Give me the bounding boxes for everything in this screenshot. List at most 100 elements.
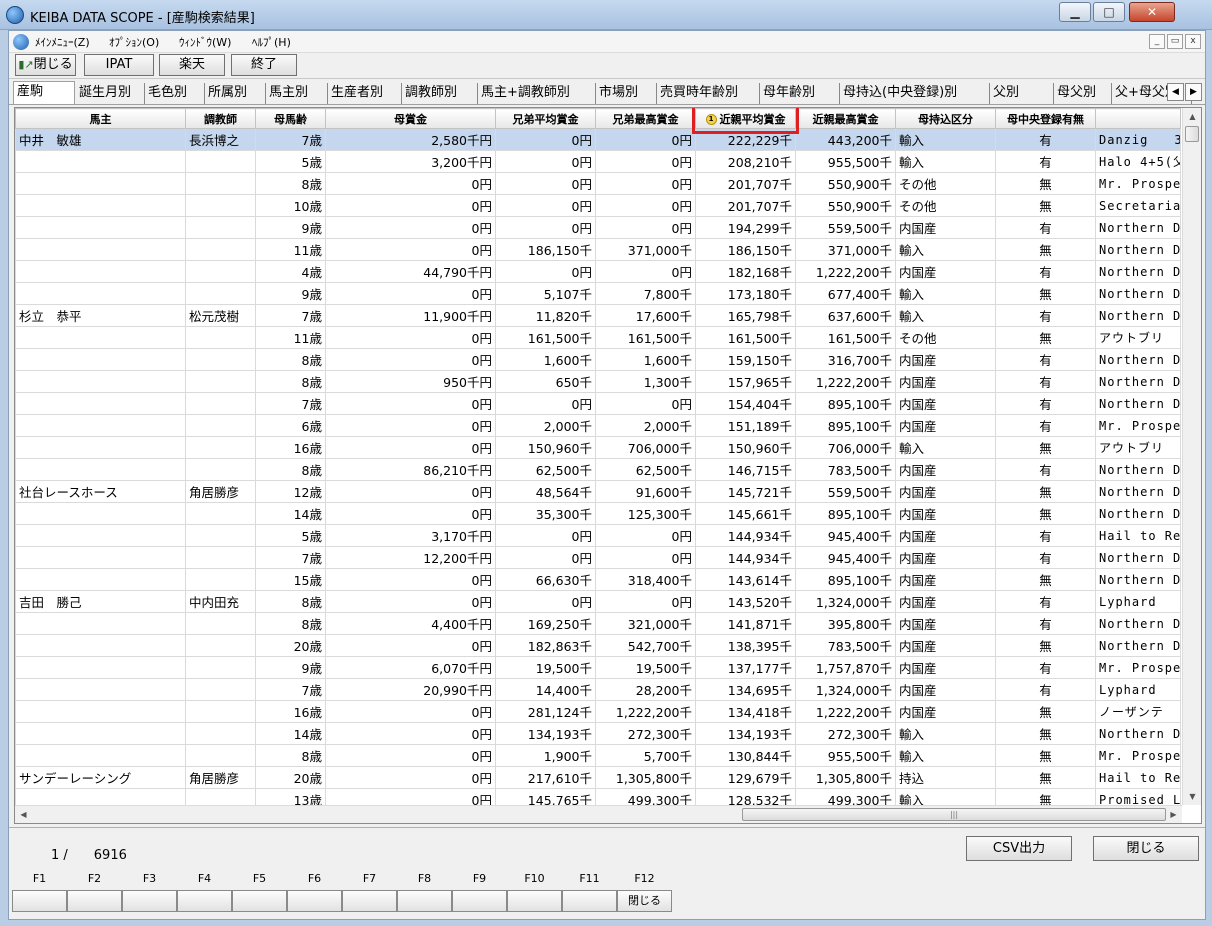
col-sibling-max[interactable]: 兄弟最高賞金 [595,108,696,129]
col-sibling-avg[interactable]: 兄弟平均賞金 [495,108,596,129]
table-row[interactable]: サンデーレーシング 角居勝彦 20歳 0円 217,610千 1,305,800千 129,… [15,766,1181,789]
fkey-button-10[interactable] [507,890,562,912]
fkey-button-5[interactable] [232,890,287,912]
tab-sire[interactable]: 父別 [990,83,1054,104]
cell-dam-import: 内国産 [895,568,996,591]
fkey-button-11[interactable] [562,890,617,912]
table-row[interactable]: 8歳 950千円 650千 1,300千 157,965千 1,222,200千 内国産有 N… [15,370,1181,393]
tab-owner[interactable]: 馬主別 [266,83,328,104]
tab-affiliation[interactable]: 所属別 [205,83,266,104]
col-owner[interactable]: 馬主 [15,108,186,129]
fkey-button-6[interactable] [287,890,342,912]
tab-scroll-left-icon[interactable]: ◀ [1167,83,1184,101]
table-row[interactable]: 16歳 0円 150,960千 706,000千 150,960千 706,000千 輸入無… [15,436,1181,459]
tab-breeder[interactable]: 生産者別 [328,83,402,104]
tab-dam-import[interactable]: 母持込(中央登録)別 [840,83,990,104]
fkey-button-2[interactable] [67,890,122,912]
vertical-scrollbar[interactable]: ▲ ▼ [1182,108,1201,805]
col-dam-earnings[interactable]: 母賞金 [325,108,496,129]
scroll-right-icon[interactable]: ▶ [1165,806,1182,823]
table-row[interactable]: 5歳 3,200千円 0円 0円 208,210千 955,500千 輸入有 Halo 4+5… [15,150,1181,173]
rakuten-button[interactable]: 楽天 [159,54,225,76]
fkey-label-7: F7 [362,872,377,885]
table-row[interactable]: 8歳 4,400千円 169,250千 321,000千 141,871千 395,800… [15,612,1181,635]
table-row[interactable]: 7歳 0円 0円 0円 154,404千 895,100千 内国産有 Northern Da [15,392,1181,415]
table-row[interactable]: 11歳 0円 161,500千 161,500千 161,500千 161,500千 その他… [15,326,1181,349]
col-dam-registered[interactable]: 母中央登録有無 [995,108,1096,129]
fkey-button-7[interactable] [342,890,397,912]
mdi-close-button[interactable]: x [1185,34,1201,49]
cell-sibling-max: 17,600千 [595,304,696,327]
maximize-button[interactable]: □ [1093,2,1125,22]
cell-sibling-avg: 281,124千 [495,700,596,723]
menu-window[interactable]: ｳｨﾝﾄﾞｳ(W) [179,34,231,50]
table-row[interactable]: 9歳 6,070千円 19,500千 19,500千 137,177千 1,757,870… [15,656,1181,679]
fkey-button-1[interactable] [12,890,67,912]
horizontal-scroll-thumb[interactable]: ||| [742,808,1166,821]
csv-export-button[interactable]: CSV出力 [966,836,1072,861]
horizontal-scrollbar[interactable]: ◀ ||| ▶ [15,805,1182,823]
table-row[interactable]: 社台レースホース 角居勝彦 12歳 0円 48,564千 91,600千 145,721千 5… [15,480,1181,503]
cell-dam-age: 5歳 [255,524,326,547]
tab-market[interactable]: 市場別 [596,83,657,104]
fkey-button-3[interactable] [122,890,177,912]
scroll-down-icon[interactable]: ▼ [1184,788,1201,805]
tab-birth-month[interactable]: 誕生月別 [76,83,145,104]
table-row[interactable]: 吉田 勝己 中内田充 8歳 0円 0円 0円 143,520千 1,324,000千 内国産有 L… [15,590,1181,613]
tab-damsire[interactable]: 母父別 [1054,83,1112,104]
vertical-scroll-thumb[interactable] [1185,126,1199,142]
close-window-button[interactable]: ✕ [1129,2,1175,22]
table-row[interactable]: 8歳 0円 0円 0円 201,707千 550,900千 その他無 Mr. Prospec [15,172,1181,195]
tab-scroll-right-icon[interactable]: ▶ [1185,83,1202,101]
table-row[interactable]: 14歳 0円 35,300千 125,300千 145,661千 895,100千 内国産無… [15,502,1181,525]
table-row[interactable]: 中井 敏雄 長浜博之 7歳 2,580千円 0円 0円 222,229千 443,200千 輸入… [15,128,1181,151]
toolbar-close-button[interactable]: ▮↗閉じる [15,54,76,76]
col-trainer[interactable]: 調教師 [185,108,256,129]
menu-options[interactable]: ｵﾌﾟｼｮﾝ(O) [109,34,159,50]
fkey-button-4[interactable] [177,890,232,912]
tab-trainer[interactable]: 調教師別 [402,83,478,104]
table-row[interactable]: 8歳 0円 1,600千 1,600千 159,150千 316,700千 内国産有 Nort… [15,348,1181,371]
col-dam-import[interactable]: 母持込区分 [895,108,996,129]
table-row[interactable]: 9歳 0円 5,107千 7,800千 173,180千 677,400千 輸入無 North… [15,282,1181,305]
col-relative-avg[interactable]: 1 近親平均賞金 [695,108,796,129]
table-row[interactable]: 6歳 0円 2,000千 2,000千 151,189千 895,100千 内国産有 Mr. … [15,414,1181,437]
mdi-restore-button[interactable]: ▭ [1167,34,1183,49]
tab-sanku[interactable]: 産駒 [13,81,75,104]
fkey-button-12[interactable]: 閉じる [617,890,672,912]
table-row[interactable]: 7歳 12,200千円 0円 0円 144,934千 945,400千 内国産有 Northe… [15,546,1181,569]
table-row[interactable]: 20歳 0円 182,863千 542,700千 138,395千 783,500千 内国産… [15,634,1181,657]
tab-sale-age[interactable]: 売買時年齢別 [657,83,760,104]
col-dam-age[interactable]: 母馬齢 [255,108,326,129]
table-row[interactable]: 15歳 0円 66,630千 318,400千 143,614千 895,100千 内国産無… [15,568,1181,591]
fkey-button-9[interactable] [452,890,507,912]
table-row[interactable]: 4歳 44,790千円 0円 0円 182,168千 1,222,200千 内国産有 Nort… [15,260,1181,283]
table-row[interactable]: 10歳 0円 0円 0円 201,707千 550,900千 その他無 Secretariat [15,194,1181,217]
col-pedigree[interactable] [1095,108,1181,129]
mdi-minimize-button[interactable]: _ [1149,34,1165,49]
ipat-button[interactable]: IPAT [84,54,154,76]
menu-help[interactable]: ﾍﾙﾌﾟ(H) [252,34,291,50]
minimize-button[interactable]: ▁ [1059,2,1091,22]
col-relative-max[interactable]: 近親最高賞金 [795,108,896,129]
table-row[interactable]: 5歳 3,170千円 0円 0円 144,934千 945,400千 内国産有 Hail to… [15,524,1181,547]
table-row[interactable]: 8歳 86,210千円 62,500千 62,500千 146,715千 783,500千… [15,458,1181,481]
table-row[interactable]: 9歳 0円 0円 0円 194,299千 559,500千 内国産有 Northern Da [15,216,1181,239]
table-row[interactable]: 11歳 0円 186,150千 371,000千 186,150千 371,000千 輸入無… [15,238,1181,261]
tab-owner-trainer[interactable]: 馬主+調教師別 [478,83,596,104]
scroll-left-icon[interactable]: ◀ [15,806,32,823]
table-row[interactable]: 8歳 0円 1,900千 5,700千 130,844千 955,500千 輸入無 Mr. P… [15,744,1181,767]
cell-pedigree: Northern Da [1095,722,1181,745]
table-row[interactable]: 杉立 恭平 松元茂樹 7歳 11,900千円 11,820千 17,600千 165,798… [15,304,1181,327]
tab-dam-age[interactable]: 母年齢別 [760,83,840,104]
exit-button[interactable]: 終了 [231,54,297,76]
fkey-button-8[interactable] [397,890,452,912]
footer-close-button[interactable]: 閉じる [1093,836,1199,861]
table-row[interactable]: 14歳 0円 134,193千 272,300千 134,193千 272,300千 輸入無… [15,722,1181,745]
table-row[interactable]: 7歳 20,990千円 14,400千 28,200千 134,695千 1,324,00… [15,678,1181,701]
scroll-up-icon[interactable]: ▲ [1184,108,1201,125]
menu-main[interactable]: ﾒｲﾝﾒﾆｭｰ(Z) [35,34,90,50]
cell-sibling-avg: 186,150千 [495,238,596,261]
tab-coat-color[interactable]: 毛色別 [145,83,205,104]
table-row[interactable]: 16歳 0円 281,124千 1,222,200千 134,418千 1,222,200… [15,700,1181,723]
